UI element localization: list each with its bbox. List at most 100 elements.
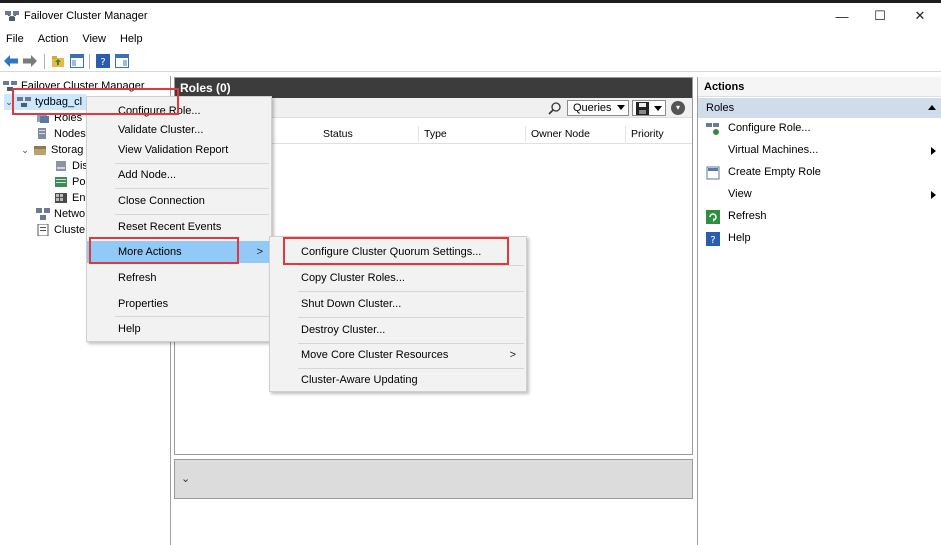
tree-item-cluster-events[interactable]: Cluste xyxy=(36,222,85,238)
context-menu: Configure Role... Validate Cluster... Vi… xyxy=(86,96,272,342)
chevron-down-icon[interactable]: ⌄ xyxy=(181,472,190,485)
column-status[interactable]: Status xyxy=(323,128,353,140)
action-label: Refresh xyxy=(728,210,767,222)
help-icon[interactable]: ? xyxy=(95,53,111,69)
actions-section-roles[interactable]: Roles xyxy=(698,98,941,118)
roles-pane-header: Roles (0) xyxy=(175,78,692,98)
chevron-right-icon xyxy=(931,191,936,199)
menu-item-add-node[interactable]: Add Node... xyxy=(87,164,271,186)
action-create-empty-role[interactable]: Create Empty Role xyxy=(698,163,941,183)
action-help[interactable]: ? Help xyxy=(698,229,941,249)
chevron-down-icon xyxy=(654,106,662,111)
menu-item-copy-cluster-roles[interactable]: Copy Cluster Roles... xyxy=(270,267,526,289)
menu-bar: File Action View Help xyxy=(0,30,941,48)
chevron-right-icon: > xyxy=(509,349,516,361)
menu-item-refresh[interactable]: Refresh xyxy=(87,267,271,289)
maximize-button[interactable]: ☐ xyxy=(860,5,900,27)
window-title: Failover Cluster Manager xyxy=(24,10,148,22)
menu-view[interactable]: View xyxy=(82,33,106,45)
tree-item-pools[interactable]: Po xyxy=(54,174,85,190)
expand-collapse-icon[interactable]: ▾ xyxy=(671,101,685,115)
menu-item-properties[interactable]: Properties xyxy=(87,293,271,315)
tree-item-nodes[interactable]: Nodes xyxy=(36,126,86,142)
action-configure-role[interactable]: Configure Role... xyxy=(698,119,941,139)
column-divider xyxy=(625,126,626,142)
action-label: Configure Role... xyxy=(728,122,811,134)
tree-item-disks[interactable]: Dis xyxy=(54,158,88,174)
action-pane-icon[interactable] xyxy=(114,53,130,69)
menu-item-reset-recent-events[interactable]: Reset Recent Events xyxy=(87,216,271,238)
menu-separator xyxy=(298,265,524,266)
menu-item-validate-cluster[interactable]: Validate Cluster... xyxy=(87,119,271,141)
column-owner-node[interactable]: Owner Node xyxy=(531,128,590,140)
action-virtual-machines[interactable]: Virtual Machines... xyxy=(698,141,941,161)
action-label: Create Empty Role xyxy=(728,166,821,178)
queries-dropdown[interactable]: Queries xyxy=(567,100,629,116)
chevron-down-icon xyxy=(617,105,625,110)
menu-separator xyxy=(115,188,269,189)
action-view[interactable]: View xyxy=(698,185,941,205)
refresh-icon xyxy=(706,210,720,224)
forward-arrow-icon[interactable] xyxy=(22,53,38,69)
tree-item-networks[interactable]: Netwo xyxy=(36,206,85,222)
actions-pane: Actions Roles Configure Role... Virtual … xyxy=(697,77,941,545)
menu-action[interactable]: Action xyxy=(38,33,69,45)
menu-item-close-connection[interactable]: Close Connection xyxy=(87,190,271,212)
menu-item-help[interactable]: Help xyxy=(87,318,271,340)
cluster-icon xyxy=(17,97,31,107)
pool-icon xyxy=(55,177,67,187)
menu-item-label: Move Core Cluster Resources xyxy=(301,349,449,361)
back-arrow-icon[interactable] xyxy=(3,53,19,69)
events-icon xyxy=(37,224,49,236)
svg-text:?: ? xyxy=(710,235,715,246)
tree-item-storage[interactable]: ⌄ Storag xyxy=(20,142,83,158)
storage-icon xyxy=(34,146,46,155)
disk-icon xyxy=(56,161,66,171)
menu-separator xyxy=(115,214,269,215)
title-bar: Failover Cluster Manager — ☐ ✕ xyxy=(0,3,941,29)
tree-item-root[interactable]: Failover Cluster Manager xyxy=(3,78,145,94)
menu-help[interactable]: Help xyxy=(120,33,143,45)
roles-icon xyxy=(37,113,49,123)
toolbar-separator xyxy=(44,54,45,69)
menu-item-shut-down-cluster[interactable]: Shut Down Cluster... xyxy=(270,293,526,315)
chevron-down-icon[interactable]: ⌄ xyxy=(20,145,30,156)
column-priority[interactable]: Priority xyxy=(631,128,664,140)
nodes-icon xyxy=(38,128,46,139)
menu-item-more-actions[interactable]: More Actions > xyxy=(87,241,271,263)
show-hide-tree-icon[interactable] xyxy=(69,53,85,69)
menu-separator xyxy=(115,316,269,317)
menu-item-cluster-aware-updating[interactable]: Cluster-Aware Updating xyxy=(270,369,526,391)
tree-item-cluster[interactable]: ⌄ tydbag_cl xyxy=(4,94,86,110)
tree-item-roles[interactable]: Roles xyxy=(36,110,82,126)
tree-label: Netwo xyxy=(54,208,86,220)
menu-item-move-core-cluster-resources[interactable]: Move Core Cluster Resources > xyxy=(270,344,526,366)
save-query-button[interactable] xyxy=(632,100,666,116)
menu-item-configure-cluster-quorum[interactable]: Configure Cluster Quorum Settings... xyxy=(270,241,526,263)
more-actions-submenu: Configure Cluster Quorum Settings... Cop… xyxy=(269,236,527,392)
chevron-down-icon[interactable]: ⌄ xyxy=(4,97,14,108)
action-refresh[interactable]: Refresh xyxy=(698,207,941,227)
configure-role-icon xyxy=(706,123,719,135)
action-label: Help xyxy=(728,232,751,244)
up-folder-icon[interactable] xyxy=(50,53,66,69)
column-type[interactable]: Type xyxy=(424,128,447,140)
menu-file[interactable]: File xyxy=(6,33,24,45)
column-divider xyxy=(418,126,419,142)
search-icon[interactable] xyxy=(548,101,562,115)
enclosure-icon xyxy=(55,193,67,203)
tree-label: Po xyxy=(72,176,86,188)
create-empty-role-icon xyxy=(706,166,720,180)
svg-text:?: ? xyxy=(100,57,105,68)
details-panel: ⌄ xyxy=(174,459,693,499)
help-icon: ? xyxy=(706,232,720,246)
menu-item-destroy-cluster[interactable]: Destroy Cluster... xyxy=(270,319,526,341)
collapse-up-icon[interactable] xyxy=(928,105,936,110)
menu-separator xyxy=(298,317,524,318)
action-label: Virtual Machines... xyxy=(728,144,819,156)
minimize-button[interactable]: — xyxy=(822,5,862,27)
menu-item-view-validation-report[interactable]: View Validation Report xyxy=(87,139,271,161)
tree-label: Nodes xyxy=(54,128,86,140)
chevron-right-icon: > xyxy=(256,246,263,258)
close-button[interactable]: ✕ xyxy=(900,5,940,27)
